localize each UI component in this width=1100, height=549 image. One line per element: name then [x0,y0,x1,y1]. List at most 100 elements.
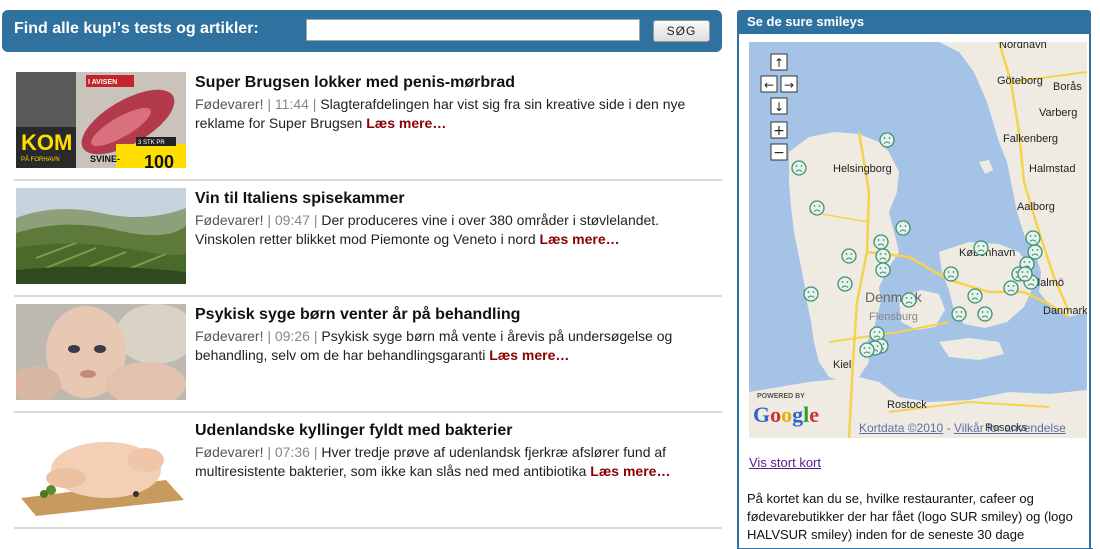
google-logo-letter: e [809,402,819,427]
article-summary: Fødevarer! | 09:47 | Der produceres vine… [195,212,660,247]
article-thumbnail[interactable] [16,304,186,400]
thumb-text-price: 100 [144,152,174,168]
article-time: 07:36 [274,444,310,460]
sad-smiley-icon[interactable] [859,342,875,358]
google-logo-letter: o [781,402,792,427]
article-title[interactable]: Vin til Italiens spisekammer [195,189,715,209]
search-label: Find alle kup!'s tests og artikler: [14,20,259,37]
sidebar-title: Se de sure smileys [737,10,1091,34]
smiley-sidebar: Se de sure smileys ↑ ← → ↓ + − Nordhavn … [737,10,1093,549]
thumb-text-big: KOM [21,130,72,155]
article-thumbnail[interactable] [16,420,186,516]
article-text: Super Brugsen lokker med penis-mørbrad F… [195,73,715,133]
map-city-label: Göteborg [997,75,1043,87]
google-logo-letter: G [753,402,770,427]
google-logo: Google [753,402,819,427]
article-thumbnail[interactable]: KOM PÅ FORHAVN I AVISEN SVINE- 3 STK PR … [16,72,186,168]
sad-smiley-icon[interactable] [1003,280,1019,296]
article-title[interactable]: Udenlandske kyllinger fyldt med bakterie… [195,421,715,441]
sad-smiley-icon[interactable] [841,248,857,264]
article-text: Udenlandske kyllinger fyldt med bakterie… [195,421,715,481]
pan-up-icon[interactable]: ↑ [774,56,784,70]
article-category: Fødevarer! [195,96,264,112]
thumb-text-sub: PÅ FORHAVN [21,156,60,163]
read-more-link[interactable]: Læs mere… [540,231,620,247]
sad-smiley-icon[interactable] [803,286,819,302]
sad-smiley-icon[interactable] [973,240,989,256]
search-button[interactable]: SØG [653,20,710,42]
sad-smiley-icon[interactable] [873,234,889,250]
sad-smiley-icon[interactable] [895,220,911,236]
map-city-label: Kiel [833,359,851,371]
article-item: Udenlandske kyllinger fyldt med bakterie… [14,413,722,529]
article-text: Psykisk syge børn venter år på behandlin… [195,305,715,365]
map-city-label: Halmstad [1029,163,1075,175]
sad-smiley-icon[interactable] [837,276,853,292]
map-city-label: Nordhavn [999,42,1047,51]
google-logo-letter: o [770,402,781,427]
sad-smiley-icon[interactable] [977,306,993,322]
read-more-link[interactable]: Læs mere… [590,463,670,479]
article-summary: Fødevarer! | 09:26 | Psykisk syge børn m… [195,328,673,363]
sad-smiley-icon[interactable] [809,200,825,216]
article-item: Vin til Italiens spisekammer Fødevarer! … [14,181,722,297]
thumb-text-price-tag: 3 STK PR [138,140,165,146]
zoom-in-icon[interactable]: + [773,123,785,139]
article-text: Vin til Italiens spisekammer Fødevarer! … [195,189,715,249]
sad-smiley-icon[interactable] [1017,266,1033,282]
map-description: På kortet kan du se, hvilke restauranter… [747,491,1073,542]
map-overlay-label: Rosocks [985,422,1028,434]
pan-left-icon[interactable]: ← [764,78,774,92]
read-more-link[interactable]: Læs mere… [366,115,446,131]
article-time: 09:47 [274,212,310,228]
sad-smiley-icon[interactable] [901,292,917,308]
pan-right-icon[interactable]: → [784,78,794,92]
sad-smiley-icon[interactable] [943,266,959,282]
map-dash: - [943,421,954,435]
sad-smiley-icon[interactable] [1027,244,1043,260]
sidebar-box: ↑ ← → ↓ + − Nordhavn Göteborg Borås Varb… [737,34,1093,549]
map-attribution: Kortdata ©2010 - Vilkår for anvendelse [859,421,1066,435]
thumb-text-bottom: SVINE- [90,154,120,164]
map-city-label: Helsingborg [833,163,892,175]
map-country-label: Flensburg [869,311,918,323]
article-category: Fødevarer! [195,328,264,344]
sad-smiley-icon[interactable] [791,160,807,176]
article-time: 09:26 [274,328,310,344]
article-item: KOM PÅ FORHAVN I AVISEN SVINE- 3 STK PR … [14,65,722,181]
zoom-out-icon[interactable]: − [773,145,785,161]
article-time: 11:44 [274,96,309,112]
sad-smiley-icon[interactable] [967,288,983,304]
search-input[interactable] [306,19,640,41]
map-city-label: Borås [1053,81,1082,93]
sad-smiley-icon[interactable] [875,262,891,278]
article-item: Psykisk syge børn venter år på behandlin… [14,297,722,413]
powered-by-label: POWERED BY [757,393,805,400]
map-city-label: Rostock [887,399,927,411]
sad-smiley-icon[interactable] [951,306,967,322]
pan-down-icon[interactable]: ↓ [774,100,784,114]
article-summary: Fødevarer! | 07:36 | Hver tredje prøve a… [195,444,671,479]
map-city-label: Danmark [1043,305,1087,317]
search-bar: Find alle kup!'s tests og artikler: SØG [2,10,722,52]
map-city-label: Falkenberg [1003,133,1058,145]
sad-smiley-icon[interactable] [875,248,891,264]
google-logo-letter: g [792,402,803,427]
article-summary: Fødevarer! | 11:44 | Slagterafdelingen h… [195,96,686,131]
article-title[interactable]: Super Brugsen lokker med penis-mørbrad [195,73,715,93]
thumb-text-top: I AVISEN [88,79,117,86]
map-copyright-link[interactable]: Kortdata ©2010 [859,421,943,435]
read-more-link[interactable]: Læs mere… [489,347,569,363]
article-category: Fødevarer! [195,444,264,460]
article-title[interactable]: Psykisk syge børn venter år på behandlin… [195,305,715,325]
page: Find alle kup!'s tests og artikler: SØG … [0,0,1100,549]
sad-smiley-icon[interactable] [1025,230,1041,246]
view-large-map-link[interactable]: Vis stort kort [749,455,821,470]
sad-smiley-icon[interactable] [879,132,895,148]
smiley-map[interactable]: ↑ ← → ↓ + − Nordhavn Göteborg Borås Varb… [749,42,1087,438]
map-city-label: Varberg [1039,107,1077,119]
article-list: KOM PÅ FORHAVN I AVISEN SVINE- 3 STK PR … [14,65,722,529]
map-city-label: Aalborg [1017,201,1055,213]
article-thumbnail[interactable] [16,188,186,284]
article-category: Fødevarer! [195,212,264,228]
